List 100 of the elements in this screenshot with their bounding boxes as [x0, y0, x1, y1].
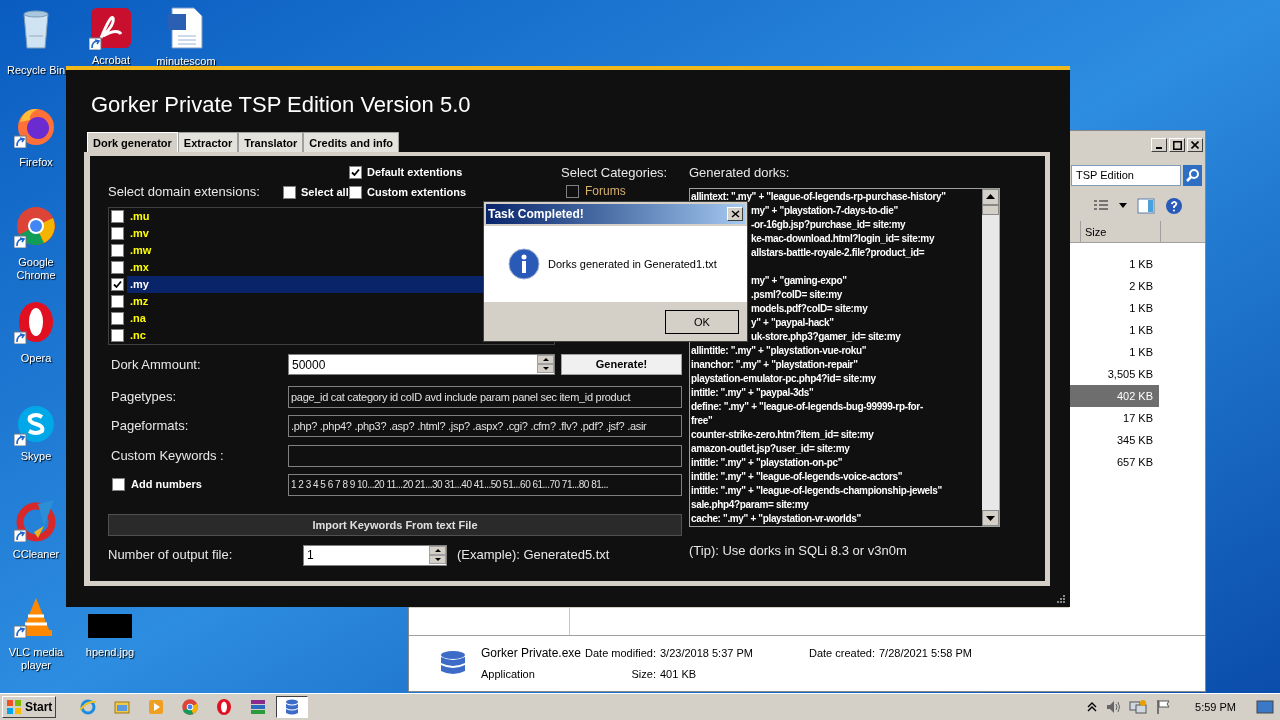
maximize-icon [1172, 140, 1182, 150]
checkbox[interactable] [111, 261, 124, 274]
taskbar-button[interactable] [276, 696, 309, 718]
spin-down-button[interactable] [537, 364, 554, 373]
clock[interactable]: 5:59 PM [1195, 698, 1236, 716]
field-label: Custom Keywords : [110, 447, 225, 466]
spin-down-button[interactable] [429, 554, 446, 564]
dork-line: intitle: ".my" + "playstation-on-pc" [691, 456, 843, 470]
pdf-app-icon[interactable] [89, 6, 133, 50]
field-value: 1 [306, 547, 315, 564]
details-view-icon[interactable] [1093, 199, 1109, 213]
resize-grip-icon[interactable] [1056, 594, 1066, 604]
field-label: Number of output file: [108, 546, 234, 565]
icon-label[interactable]: Skype [20, 450, 52, 463]
dork-line: uk-store.php3?gamer_id= site:my [751, 330, 901, 344]
checkbox[interactable] [111, 295, 124, 308]
file-size-cell[interactable]: 3,505 KB [1069, 363, 1159, 385]
dork-line: inanchor: ".my" + "playstation-repair" [691, 358, 858, 372]
icon-label[interactable]: minutescom [156, 55, 216, 68]
speaker-icon[interactable] [1105, 699, 1122, 715]
checkbox[interactable] [349, 166, 362, 179]
checkbox[interactable] [111, 312, 124, 325]
flag-icon[interactable] [1155, 699, 1172, 715]
caret-icon[interactable] [1119, 203, 1127, 209]
checkbox[interactable] [111, 278, 124, 291]
file-size-cell[interactable]: 1 KB [1069, 297, 1159, 319]
checkbox[interactable] [283, 185, 296, 199]
show-desktop-icon[interactable] [1256, 699, 1274, 715]
checkbox[interactable] [349, 185, 362, 199]
tab[interactable]: Translator [238, 132, 304, 152]
search-field[interactable]: TSP Edition [1071, 164, 1181, 186]
import-button[interactable]: Import Keywords From text File [108, 514, 682, 536]
checkbox[interactable] [112, 478, 125, 491]
checkbox[interactable] [111, 244, 124, 257]
number-field[interactable]: 1 [303, 544, 447, 566]
dialog-message: Dorks generated in Generated1.txt [548, 256, 717, 272]
scroll-up-icon[interactable] [982, 189, 999, 205]
icon-label[interactable]: Google Chrome [4, 256, 68, 282]
text-field[interactable]: .php? .php4? .php3? .asp? .html? .jsp? .aspx? .cgi? .cfm? .flv? .pdf? .jsf? .asir [288, 415, 682, 437]
info-icon [508, 248, 540, 280]
chrome-icon[interactable] [14, 204, 58, 248]
text-field[interactable]: page_id cat category id coID avd include param panel sec item_id product [288, 386, 682, 408]
close-button[interactable] [727, 207, 743, 221]
start-button[interactable]: Start [2, 696, 57, 718]
dork-line: .psml?coID= site:my [751, 288, 842, 302]
checkbox[interactable] [566, 184, 579, 198]
network-icon[interactable] [1129, 699, 1148, 715]
dork-line: allstars-battle-royale-2.file?product_id= [751, 246, 925, 260]
section-label: Generated dorks: [689, 164, 791, 182]
file-size-cell[interactable]: 345 KB [1069, 429, 1159, 451]
spin-up-button[interactable] [537, 355, 554, 364]
stacked-books-icon [249, 698, 268, 716]
icon-label[interactable]: Opera [20, 352, 52, 365]
tab[interactable]: Dork generator [87, 132, 178, 152]
scrollbar[interactable] [982, 189, 999, 526]
close-button[interactable] [1187, 138, 1203, 152]
generate-button[interactable]: Generate! [561, 354, 682, 375]
icon-label[interactable]: Acrobat [92, 54, 130, 67]
tab[interactable]: Extractor [177, 132, 239, 152]
spin-up-button[interactable] [429, 545, 446, 555]
file-size-cell[interactable]: 2 KB [1069, 275, 1159, 297]
icon-label[interactable]: CCleaner [12, 548, 60, 561]
broom-icon[interactable] [14, 498, 58, 542]
chevron-up-icon[interactable] [1087, 702, 1098, 712]
file-size-cell[interactable]: 1 KB [1069, 341, 1159, 363]
checkbox[interactable] [111, 210, 124, 223]
file-size-cell[interactable]: 17 KB [1069, 407, 1159, 429]
text-field[interactable] [288, 445, 682, 467]
dork-line: allintext: ".my" + "league-of-legends-rp-purchase-history" [691, 190, 946, 204]
maximize-button[interactable] [1169, 138, 1185, 152]
icon-label[interactable]: Recycle Bin [6, 64, 66, 77]
number-field[interactable]: 50000 [288, 354, 555, 375]
checkbox[interactable] [111, 227, 124, 240]
column-header[interactable]: Size [1081, 221, 1161, 242]
icon-label[interactable]: hpend.jpg [85, 646, 135, 659]
dork-line: my" + "playstation-7-days-to-die" [751, 204, 898, 218]
scroll-thumb[interactable] [982, 205, 999, 215]
checkbox-label: Add numbers [131, 477, 202, 493]
minimize-button[interactable] [1151, 138, 1167, 152]
globe-e-icon [79, 698, 98, 716]
text-field[interactable]: 1 2 3 4 5 6 7 8 9 10...20 11...20 21...30 31...40 41...50 51...60 61...70 71...80 81... [288, 473, 682, 496]
dork-line: playstation-emulator-pc.php4?id= site:my [691, 372, 876, 386]
ok-button[interactable]: OK [665, 309, 739, 334]
windows-logo-icon [6, 699, 22, 715]
file-name: Gorker Private.exe [481, 645, 582, 663]
file-size-cell[interactable]: 402 KB [1069, 385, 1159, 407]
help-icon[interactable] [1165, 197, 1183, 215]
preview-pane-icon[interactable] [1137, 198, 1155, 214]
checkbox[interactable] [111, 329, 124, 342]
file-size-cell[interactable]: 657 KB [1069, 451, 1159, 473]
search-icon [1185, 168, 1200, 182]
icon-label[interactable]: Firefox [19, 156, 53, 169]
detail-label: Date created: [807, 646, 875, 662]
field-label: Pageformats: [110, 417, 190, 436]
tab[interactable]: Credits and info [303, 132, 400, 152]
icon-label[interactable]: VLC media player [4, 646, 68, 672]
search-button[interactable] [1183, 164, 1202, 186]
file-size-cell[interactable]: 1 KB [1069, 319, 1159, 341]
file-size-cell[interactable]: 1 KB [1069, 253, 1159, 275]
scroll-down-icon[interactable] [982, 510, 999, 526]
